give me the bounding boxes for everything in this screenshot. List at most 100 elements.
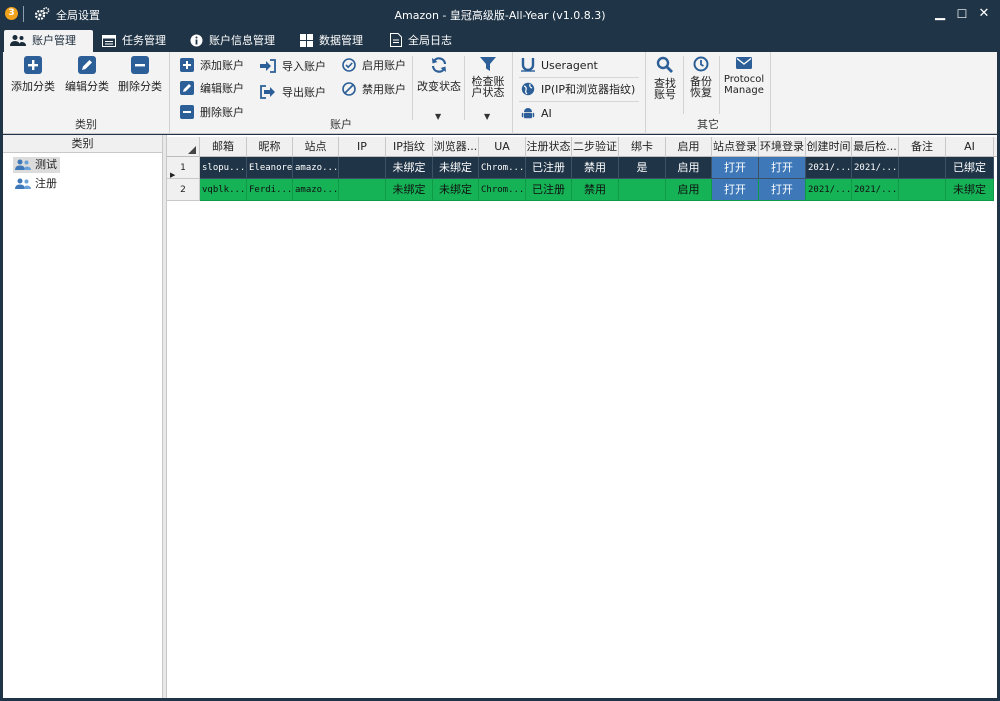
column-header-site[interactable]: 站点 [293,137,339,157]
column-header-two-step[interactable]: 二步验证 [572,137,619,157]
cell-site-login-open-button[interactable]: 打开 [712,179,759,201]
cell-enabled[interactable]: 启用 [666,157,712,179]
cell-ai[interactable]: 未绑定 [946,179,994,201]
cell-last-check[interactable]: 2021/... [852,179,899,201]
title-bar: 3 全局设置 Amazon - 皇冠高级版-All-Year (v1.0.8.3… [0,0,1000,28]
export-account-button[interactable]: 导出账户 [260,83,326,103]
log-icon [390,33,402,47]
column-header-enabled[interactable]: 启用 [666,137,712,157]
add-category-button[interactable]: 添加分类 [9,56,57,94]
cell-ip[interactable] [339,157,386,179]
column-header-ip[interactable]: IP [339,137,386,157]
cell-remark[interactable] [899,157,946,179]
column-header-ua[interactable]: UA [479,137,526,157]
category-item-test[interactable]: 测试 [13,157,60,173]
cell-created-time[interactable]: 2021/... [806,179,852,201]
enable-account-button[interactable]: 启用账户 [342,56,406,76]
cell-enabled[interactable]: 启用 [666,179,712,201]
cell-ua[interactable]: Chrom... [479,179,526,201]
add-category-label: 添加分类 [11,80,55,93]
tab-label: 数据管理 [319,34,363,47]
task-icon [102,35,116,47]
edit-account-button[interactable]: 编辑账户 [180,79,244,99]
cell-env-login-open-button[interactable]: 打开 [759,179,806,201]
cell-site[interactable]: amazo... [293,157,339,179]
table-row[interactable]: ▶ 1 slopu... Eleanore amazo... 未绑定 未绑定 Chrom...… [167,157,997,179]
check-account-status-button[interactable]: 检查账 户状态 [466,56,510,98]
ribbon-separator [719,56,720,114]
cell-email[interactable]: slopu... [200,157,247,179]
add-account-button[interactable]: 添加账户 [180,56,244,76]
tab-account-management[interactable]: 账户管理 [4,30,93,52]
disable-account-button[interactable]: 禁用账户 [342,80,406,100]
column-header-created-time[interactable]: 创建时间 [806,137,852,157]
select-all-corner[interactable] [167,137,200,157]
users-icon [10,35,26,46]
cell-ua[interactable]: Chrom... [479,157,526,179]
column-header-card[interactable]: 绑卡 [619,137,666,157]
useragent-button[interactable]: Useragent [521,56,598,76]
category-panel: 类别 测试 注册 [3,135,163,698]
cell-env-login-open-button[interactable]: 打开 [759,157,806,179]
backup-restore-button[interactable]: 备份 恢复 [686,56,716,98]
cell-ai[interactable]: 已绑定 [946,157,994,179]
table-row[interactable]: 2 vqblk... Ferdi... amazo... 未绑定 未绑定 Chrom... 已… [167,179,997,201]
column-header-email[interactable]: 邮箱 [200,137,247,157]
delete-category-button[interactable]: 删除分类 [115,56,165,94]
cell-created-time[interactable]: 2021/... [806,157,852,179]
cell-card[interactable] [619,179,666,201]
column-header-nickname[interactable]: 昵称 [247,137,293,157]
tab-task-management[interactable]: 任务管理 [96,30,182,52]
cell-ip[interactable] [339,179,386,201]
close-button[interactable]: ✕ [974,4,994,24]
ip-fingerprint-button[interactable]: IP(IP和浏览器指纹) [521,80,635,100]
cell-site-login-open-button[interactable]: 打开 [712,157,759,179]
cell-register-status[interactable]: 已注册 [526,157,572,179]
change-status-button[interactable]: 改变状态 [416,56,462,94]
cell-nickname[interactable]: Eleanore [247,157,293,179]
cell-ip-fingerprint[interactable]: 未绑定 [386,157,433,179]
titlebar-separator [23,6,24,22]
delete-category-label: 删除分类 [118,80,162,93]
row-number[interactable]: ▶ 1 [167,157,200,179]
minimize-button[interactable]: ▁ [930,4,950,24]
cell-last-check[interactable]: 2021/... [852,157,899,179]
column-header-site-login[interactable]: 站点登录 [712,137,759,157]
column-header-remark[interactable]: 备注 [899,137,946,157]
pencil-icon [180,81,194,95]
cell-email[interactable]: vqblk... [200,179,247,201]
cell-ip-fingerprint[interactable]: 未绑定 [386,179,433,201]
grid-header: 邮箱 昵称 站点 IP IP指纹 浏览器... UA 注册状态 二步验证 绑卡 启用 站点登录 环境登录… [167,137,997,157]
tab-global-log[interactable]: 全局日志 [384,30,470,52]
gear-icon[interactable] [34,6,50,22]
column-header-browser[interactable]: 浏览器... [433,137,479,157]
cell-register-status[interactable]: 已注册 [526,179,572,201]
cell-two-step[interactable]: 禁用 [572,179,619,201]
global-settings-menu[interactable]: 全局设置 [56,7,100,23]
column-header-register-status[interactable]: 注册状态 [526,137,572,157]
tools-separator [519,101,639,102]
edit-category-button[interactable]: 编辑分类 [63,56,111,94]
column-header-ai[interactable]: AI [946,137,994,157]
cell-two-step[interactable]: 禁用 [572,157,619,179]
import-icon [260,59,276,73]
tab-label: 账户管理 [32,34,76,47]
cell-browser[interactable]: 未绑定 [433,179,479,201]
cell-site[interactable]: amazo... [293,179,339,201]
cell-browser[interactable]: 未绑定 [433,157,479,179]
cell-remark[interactable] [899,179,946,201]
row-number[interactable]: 2 [167,179,200,201]
import-account-button[interactable]: 导入账户 [260,57,326,77]
tab-data-management[interactable]: 数据管理 [294,30,380,52]
tab-account-info-management[interactable]: 账户信息管理 [184,30,292,52]
column-header-env-login[interactable]: 环境登录 [759,137,806,157]
maximize-button[interactable]: ☐ [952,4,972,24]
protocol-manage-button[interactable]: Protocol Manage [721,56,767,96]
category-item-register[interactable]: 注册 [13,176,60,192]
ai-button[interactable]: AI [521,104,552,124]
find-account-button[interactable]: 查找 账号 [650,56,680,100]
column-header-last-check[interactable]: 最后检... [852,137,899,157]
column-header-ip-fingerprint[interactable]: IP指纹 [386,137,433,157]
cell-nickname[interactable]: Ferdi... [247,179,293,201]
cell-card[interactable]: 是 [619,157,666,179]
